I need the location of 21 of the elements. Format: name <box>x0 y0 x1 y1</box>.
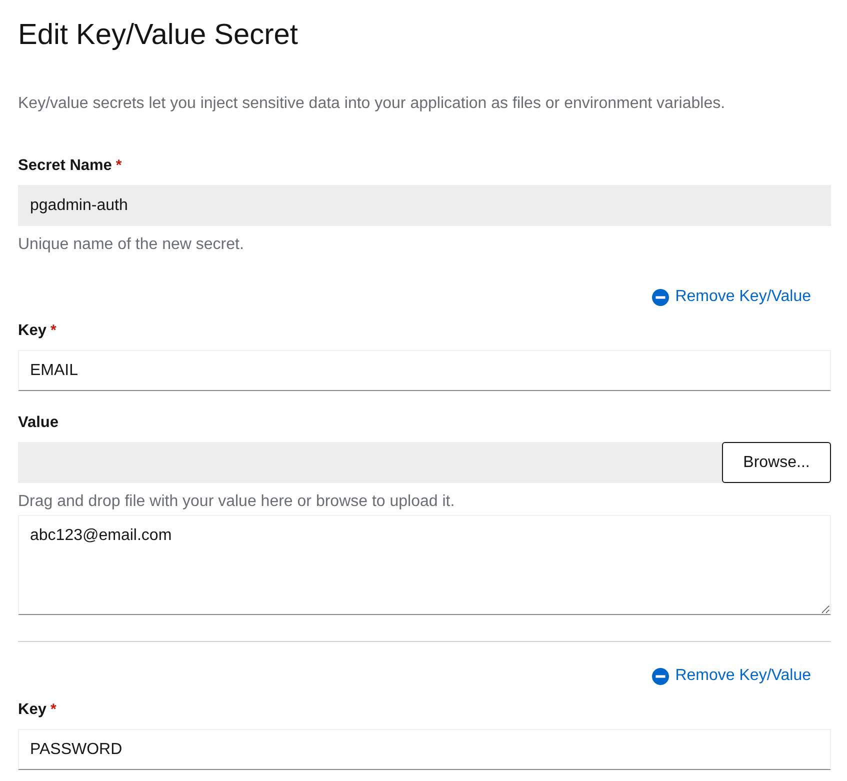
required-mark: * <box>50 700 56 720</box>
helper-text: Unique name of the new secret. <box>18 235 245 255</box>
minus-circle-icon <box>652 668 670 684</box>
field-label: Secret Name <box>18 156 112 176</box>
required-mark: * <box>50 321 56 341</box>
page-title: Edit Key/Value Secret <box>18 18 299 53</box>
browse-button[interactable]: Browse... <box>722 442 831 483</box>
value-textarea[interactable]: abc123@email.com <box>18 515 831 615</box>
page-description: Key/value secrets let you inject sensitive data into your application as files or environment variables. <box>18 94 726 114</box>
required-mark: * <box>116 156 122 176</box>
helper-text: Drag and drop file with your value here or browse to upload it. <box>18 492 456 512</box>
file-name-field[interactable] <box>18 442 722 483</box>
field-label: Key <box>18 700 46 720</box>
secret-name-field[interactable]: pgadmin-auth <box>18 185 831 226</box>
key-field[interactable]: PASSWORD <box>18 729 831 770</box>
minus-circle-icon <box>652 288 670 306</box>
field-label: Key <box>18 321 46 341</box>
field-label: Value <box>18 413 58 433</box>
remove-key-value-link[interactable]: Remove Key/Value <box>652 286 811 308</box>
key-field[interactable]: EMAIL <box>18 350 831 391</box>
remove-key-value-link[interactable]: Remove Key/Value <box>652 665 811 687</box>
